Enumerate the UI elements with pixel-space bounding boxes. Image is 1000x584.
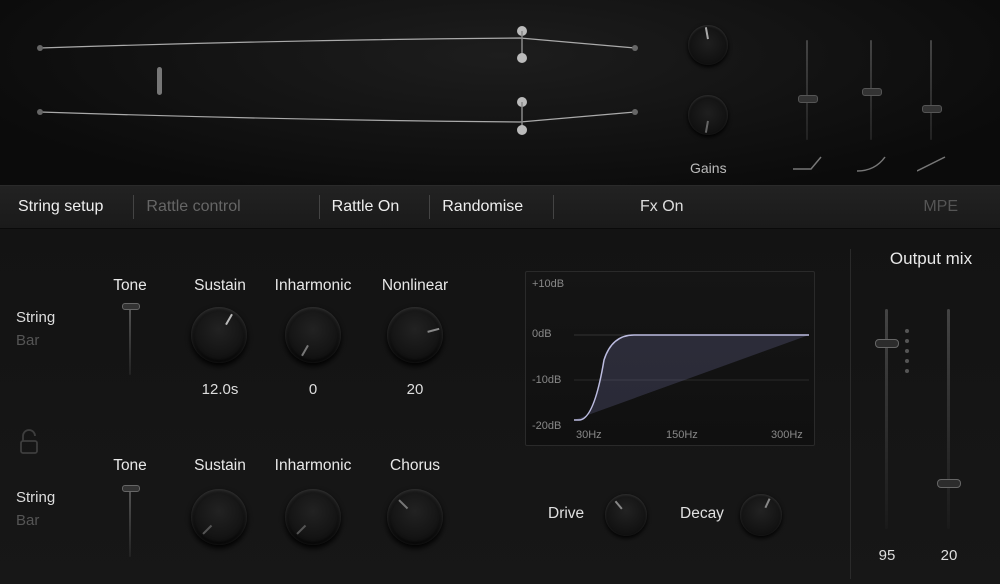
decay-label: Decay bbox=[680, 505, 724, 523]
slope-icon bbox=[917, 155, 947, 173]
string1-mode[interactable]: String Bar bbox=[16, 309, 76, 349]
randomise-button[interactable]: Randomise bbox=[442, 198, 523, 216]
top-slider-1[interactable] bbox=[806, 40, 808, 140]
separator bbox=[429, 195, 430, 219]
sustain2-label: Sustain bbox=[175, 457, 265, 475]
string-waveform bbox=[0, 0, 660, 185]
gain-knob-2[interactable] bbox=[688, 95, 728, 135]
output-slider-2[interactable] bbox=[947, 309, 950, 529]
sustain2-knob[interactable] bbox=[191, 489, 247, 545]
top-slider-2[interactable] bbox=[870, 40, 872, 140]
rattle-on-button[interactable]: Rattle On bbox=[332, 198, 400, 216]
graph-y-plus10: +10dB bbox=[532, 278, 564, 290]
filter-graph[interactable]: +10dB 0dB -10dB -20dB 30Hz 150Hz 300Hz bbox=[525, 271, 815, 446]
output-title: Output mix bbox=[871, 249, 991, 269]
tab-rattle-control[interactable]: Rattle control bbox=[146, 198, 240, 216]
tab-string-setup[interactable]: String setup bbox=[18, 198, 103, 216]
graph-y-minus10: -10dB bbox=[532, 374, 561, 386]
lowpass-icon bbox=[793, 155, 823, 173]
drive-label: Drive bbox=[548, 505, 584, 523]
highpass-icon bbox=[857, 155, 887, 173]
drive-knob[interactable] bbox=[605, 494, 647, 536]
output-value-1: 95 bbox=[867, 547, 907, 564]
chorus-label: Chorus bbox=[370, 457, 460, 475]
main-panel: String Bar String Bar Tone Sustain Inhar… bbox=[0, 229, 1000, 584]
chorus-knob[interactable] bbox=[387, 489, 443, 545]
graph-y-0: 0dB bbox=[532, 328, 552, 340]
nonlinear1-label: Nonlinear bbox=[370, 277, 460, 295]
graph-x-30: 30Hz bbox=[576, 429, 602, 441]
string2-mode-string[interactable]: String bbox=[16, 489, 76, 506]
output-slider-1[interactable] bbox=[885, 309, 888, 529]
tone2-slider[interactable] bbox=[129, 487, 131, 557]
gains-label: Gains bbox=[690, 160, 727, 176]
output-level-dots bbox=[905, 329, 909, 373]
inharmonic1-knob[interactable] bbox=[285, 307, 341, 363]
string2-mode[interactable]: String Bar bbox=[16, 489, 76, 529]
separator bbox=[319, 195, 320, 219]
inharmonic1-label: Inharmonic bbox=[268, 277, 358, 295]
gain-knob-1[interactable] bbox=[688, 25, 728, 65]
graph-y-minus20: -20dB bbox=[532, 420, 561, 432]
mpe-button[interactable]: MPE bbox=[923, 198, 958, 216]
decay-knob[interactable] bbox=[740, 494, 782, 536]
output-value-2: 20 bbox=[929, 547, 969, 564]
sustain1-value: 12.0s bbox=[175, 381, 265, 398]
output-section: Output mix 95 20 bbox=[850, 249, 990, 579]
tone2-label: Tone bbox=[85, 457, 175, 475]
string2-mode-bar[interactable]: Bar bbox=[16, 512, 76, 529]
tone1-label: Tone bbox=[85, 277, 175, 295]
fx-on-button[interactable]: Fx On bbox=[640, 198, 684, 216]
sustain1-knob[interactable] bbox=[191, 307, 247, 363]
graph-x-300: 300Hz bbox=[771, 429, 803, 441]
separator bbox=[553, 195, 554, 219]
graph-x-150: 150Hz bbox=[666, 429, 698, 441]
string-visualizer: Gains bbox=[0, 0, 1000, 185]
separator bbox=[133, 195, 134, 219]
inharmonic1-value: 0 bbox=[268, 381, 358, 398]
top-slider-3[interactable] bbox=[930, 40, 932, 140]
inharmonic2-knob[interactable] bbox=[285, 489, 341, 545]
nonlinear1-knob[interactable] bbox=[387, 307, 443, 363]
string1-mode-bar[interactable]: Bar bbox=[16, 332, 76, 349]
nonlinear1-value: 20 bbox=[370, 381, 460, 398]
tone1-slider[interactable] bbox=[129, 305, 131, 375]
inharmonic2-label: Inharmonic bbox=[268, 457, 358, 475]
toolbar: String setup Rattle control Rattle On Ra… bbox=[0, 185, 1000, 229]
lock-icon[interactable] bbox=[18, 429, 40, 455]
string1-mode-string[interactable]: String bbox=[16, 309, 76, 326]
sustain1-label: Sustain bbox=[175, 277, 265, 295]
filter-curve bbox=[574, 280, 809, 430]
